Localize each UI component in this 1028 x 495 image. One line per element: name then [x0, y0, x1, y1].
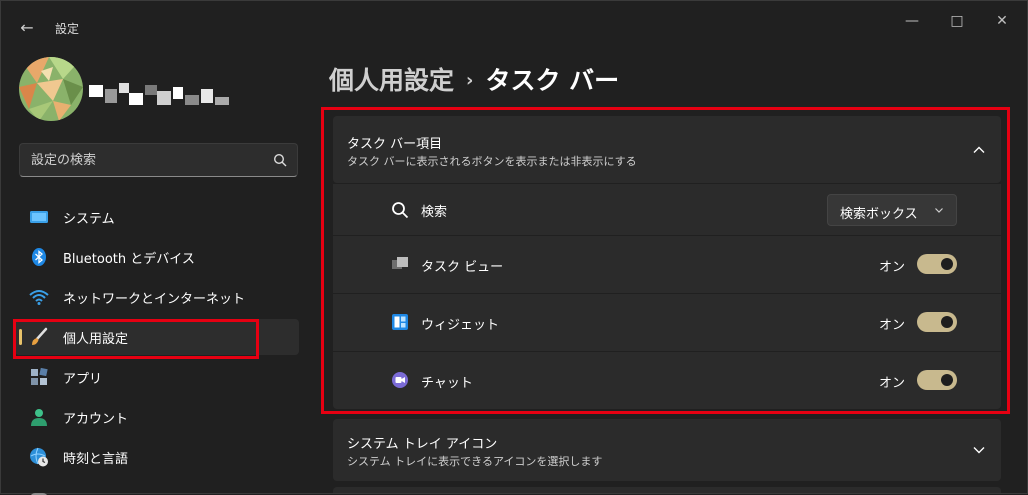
- breadcrumb-separator: ›: [466, 70, 474, 91]
- monitor-icon: [30, 211, 48, 223]
- apps-icon: [31, 367, 48, 385]
- wifi-icon: [29, 290, 49, 305]
- settings-search-input[interactable]: [20, 144, 260, 176]
- globe-clock-icon: [30, 447, 48, 467]
- settings-search-box[interactable]: [19, 143, 298, 177]
- breadcrumb: 個人用設定 › タスク バー: [329, 61, 619, 97]
- sidebar-item-label: システム: [63, 212, 115, 227]
- app-title: 設定: [55, 22, 80, 36]
- sidebar-item-system[interactable]: システム: [15, 199, 299, 235]
- sidebar-item-label: 時刻と言語: [63, 452, 129, 467]
- chevron-down-icon[interactable]: [973, 444, 985, 456]
- search-icon[interactable]: [273, 153, 287, 167]
- minimize-icon[interactable]: —: [897, 11, 927, 31]
- person-icon: [31, 409, 47, 426]
- sidebar-item-time-language[interactable]: 時刻と言語: [15, 439, 299, 475]
- sidebar-item-label: アプリ: [63, 372, 103, 387]
- system-tray-subtitle: システム トレイに表示できるアイコンを選択します: [347, 455, 603, 468]
- user-name-mosaic: [89, 83, 229, 105]
- sidebar-item-network[interactable]: ネットワークとインターネット: [15, 279, 299, 315]
- system-tray-title: システム トレイ アイコン: [347, 437, 498, 452]
- avatar[interactable]: [19, 57, 83, 121]
- sidebar-item-label: Bluetooth とデバイス: [63, 252, 195, 267]
- sidebar-item-partial[interactable]: [15, 479, 299, 495]
- sidebar-item-label: ネットワークとインターネット: [63, 292, 246, 307]
- close-icon[interactable]: ✕: [987, 11, 1017, 31]
- bluetooth-icon: [32, 248, 46, 266]
- sidebar-item-bluetooth[interactable]: Bluetooth とデバイス: [15, 239, 299, 275]
- sidebar-item-label: アカウント: [63, 412, 129, 427]
- next-card-partial[interactable]: [333, 487, 1001, 493]
- taskbar-items-highlight-box: [321, 107, 1010, 414]
- maximize-icon[interactable]: □: [942, 11, 972, 31]
- sidebar-highlight-box: [13, 319, 259, 359]
- breadcrumb-parent[interactable]: 個人用設定: [329, 66, 454, 95]
- sidebar-item-accounts[interactable]: アカウント: [15, 399, 299, 435]
- page-title: タスク バー: [485, 66, 620, 95]
- sidebar-item-apps[interactable]: アプリ: [15, 359, 299, 395]
- back-arrow-icon[interactable]: ←: [15, 17, 39, 39]
- system-tray-header[interactable]: システム トレイ アイコン システム トレイに表示できるアイコンを選択します: [333, 419, 1001, 481]
- settings-window: ← 設定 — □ ✕ 設定の検索 システム Bluetooth とデバイス ネッ…: [0, 0, 1028, 495]
